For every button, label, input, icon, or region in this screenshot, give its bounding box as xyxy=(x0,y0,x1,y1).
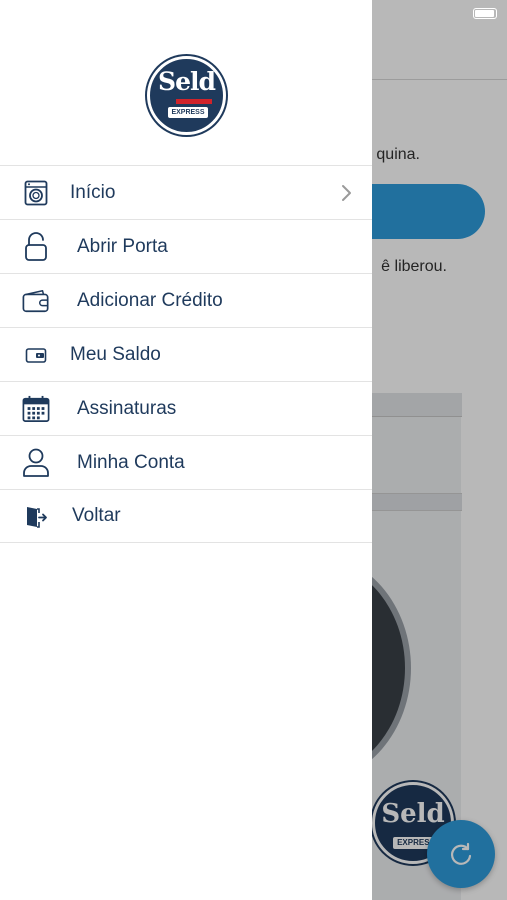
menu-item-inicio[interactable]: Início xyxy=(0,165,372,219)
logo-red-strip xyxy=(176,99,212,104)
logo-subtext: EXPRESS xyxy=(168,107,208,118)
menu-item-meu-saldo[interactable]: Meu Saldo xyxy=(0,327,372,381)
unlock-icon xyxy=(22,232,50,261)
menu-label-adicionar-credito: Adicionar Crédito xyxy=(77,289,223,311)
menu-item-minha-conta[interactable]: Minha Conta xyxy=(0,435,372,489)
app-logo: Seld EXPRESS xyxy=(147,56,226,135)
logo-text: Seld xyxy=(158,67,216,96)
menu-label-minha-conta: Minha Conta xyxy=(77,451,185,473)
battery-icon xyxy=(473,8,497,19)
user-icon xyxy=(22,448,50,477)
menu-label-voltar: Voltar xyxy=(72,505,121,526)
washing-machine-icon xyxy=(22,179,50,207)
small-wallet-icon xyxy=(22,341,50,369)
menu-item-abrir-porta[interactable]: Abrir Porta xyxy=(0,219,372,273)
menu-label-inicio: Início xyxy=(70,181,116,203)
chevron-right-icon xyxy=(340,183,354,203)
menu-item-assinaturas[interactable]: Assinaturas xyxy=(0,381,372,435)
menu-label-abrir-porta: Abrir Porta xyxy=(77,235,168,257)
menu-label-meu-saldo: Meu Saldo xyxy=(70,343,161,365)
side-drawer: Seld EXPRESS Início Abrir Porta Adiciona… xyxy=(0,0,372,900)
menu-item-voltar[interactable]: Voltar xyxy=(0,489,372,543)
wallet-icon xyxy=(22,287,50,315)
menu-item-adicionar-credito[interactable]: Adicionar Crédito xyxy=(0,273,372,327)
drawer-menu: Início Abrir Porta Adicionar Crédito Meu… xyxy=(0,165,372,543)
exit-door-icon xyxy=(22,503,50,531)
menu-label-assinaturas: Assinaturas xyxy=(77,397,177,419)
calendar-icon xyxy=(22,395,50,423)
